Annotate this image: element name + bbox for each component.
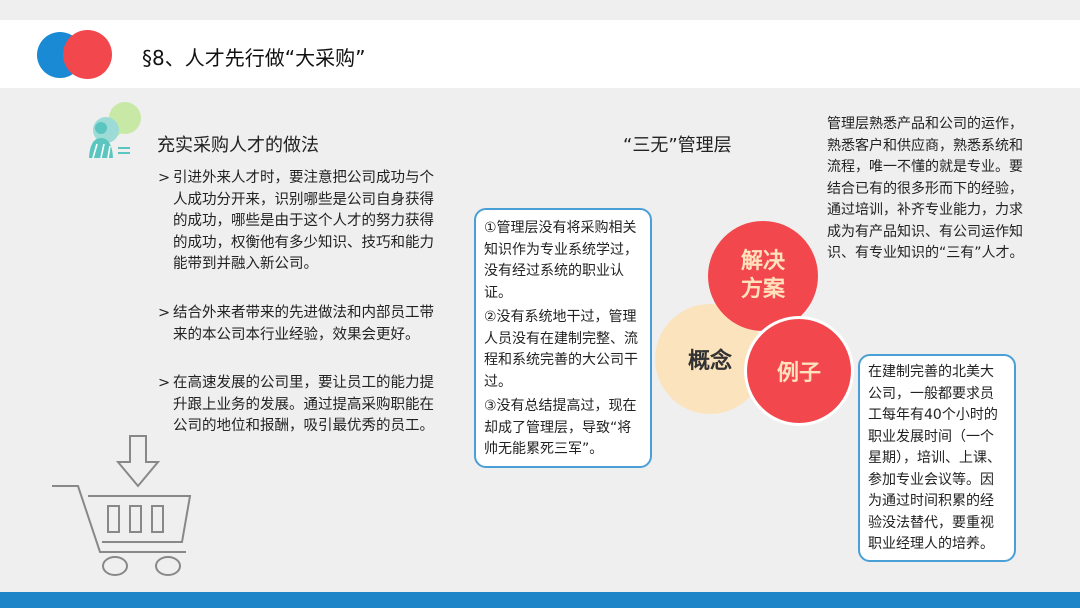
shopping-cart-icon xyxy=(52,435,192,576)
three-nos-label: “三无”管理层 xyxy=(623,135,732,156)
solution-circle: 解决方案 xyxy=(708,221,818,331)
bullet-text: 在高速发展的公司里，要让员工的能力提升跟上业务的发展。通过提高采购职能在公司的地… xyxy=(173,375,434,434)
example-box: 在建制完善的北美大公司，一般都要求员工每年有40个小时的职业发展时间（一个星期）… xyxy=(858,354,1016,562)
people-chat-icon xyxy=(89,102,141,159)
bullet-marker: > xyxy=(158,305,171,321)
solution-label: 解决方案 xyxy=(740,249,785,302)
concept-label: 概念 xyxy=(687,349,732,374)
three-nos-box: ①管理层没有将采购相关知识作为专业系统学过，没有经过系统的职业认证。 ②没有系统… xyxy=(474,208,652,468)
bullet-item: > 在高速发展的公司里，要让员工的能力提升跟上业务的发展。通过提高采购职能在公司… xyxy=(158,373,438,438)
bullet-item: > 引进外来人才时，要注意把公司成功与个人成功分开来，识别哪些是公司自身获得的成… xyxy=(158,168,438,276)
example-circle: 例子 xyxy=(744,316,854,426)
top-strip xyxy=(0,0,1080,20)
bottom-bar xyxy=(0,592,1080,608)
bullet-marker: > xyxy=(158,170,171,186)
three-nos-item: ③没有总结提高过，现在却成了管理层，导致“将帅无能累死三军”。 xyxy=(484,398,637,457)
slide-title: §8、人才先行做“大采购” xyxy=(142,46,366,70)
bullet-text: 结合外来者带来的先进做法和内部员工带来的本公司本行业经验，效果会更好。 xyxy=(173,305,434,343)
three-nos-item: ②没有系统地干过，管理人员没有在建制完整、流程和系统完善的大公司干过。 xyxy=(484,309,638,390)
example-label: 例子 xyxy=(776,361,821,386)
logo-red-circle xyxy=(63,30,112,79)
three-nos-item: ①管理层没有将采购相关知识作为专业系统学过，没有经过系统的职业认证。 xyxy=(484,220,638,301)
section-heading: 充实采购人才的做法 xyxy=(157,135,319,156)
example-text: 在建制完善的北美大公司，一般都要求员工每年有40个小时的职业发展时间（一个星期）… xyxy=(868,364,1001,552)
bullet-text: 引进外来人才时，要注意把公司成功与个人成功分开来，识别哪些是公司自身获得的成功，… xyxy=(173,170,434,272)
bullet-item: > 结合外来者带来的先进做法和内部员工带来的本公司本行业经验，效果会更好。 xyxy=(158,303,438,346)
solution-text: 管理层熟悉产品和公司的运作，熟悉客户和供应商，熟悉系统和流程，唯一不懂的就是专业… xyxy=(827,116,1024,261)
bullet-marker: > xyxy=(158,375,171,391)
